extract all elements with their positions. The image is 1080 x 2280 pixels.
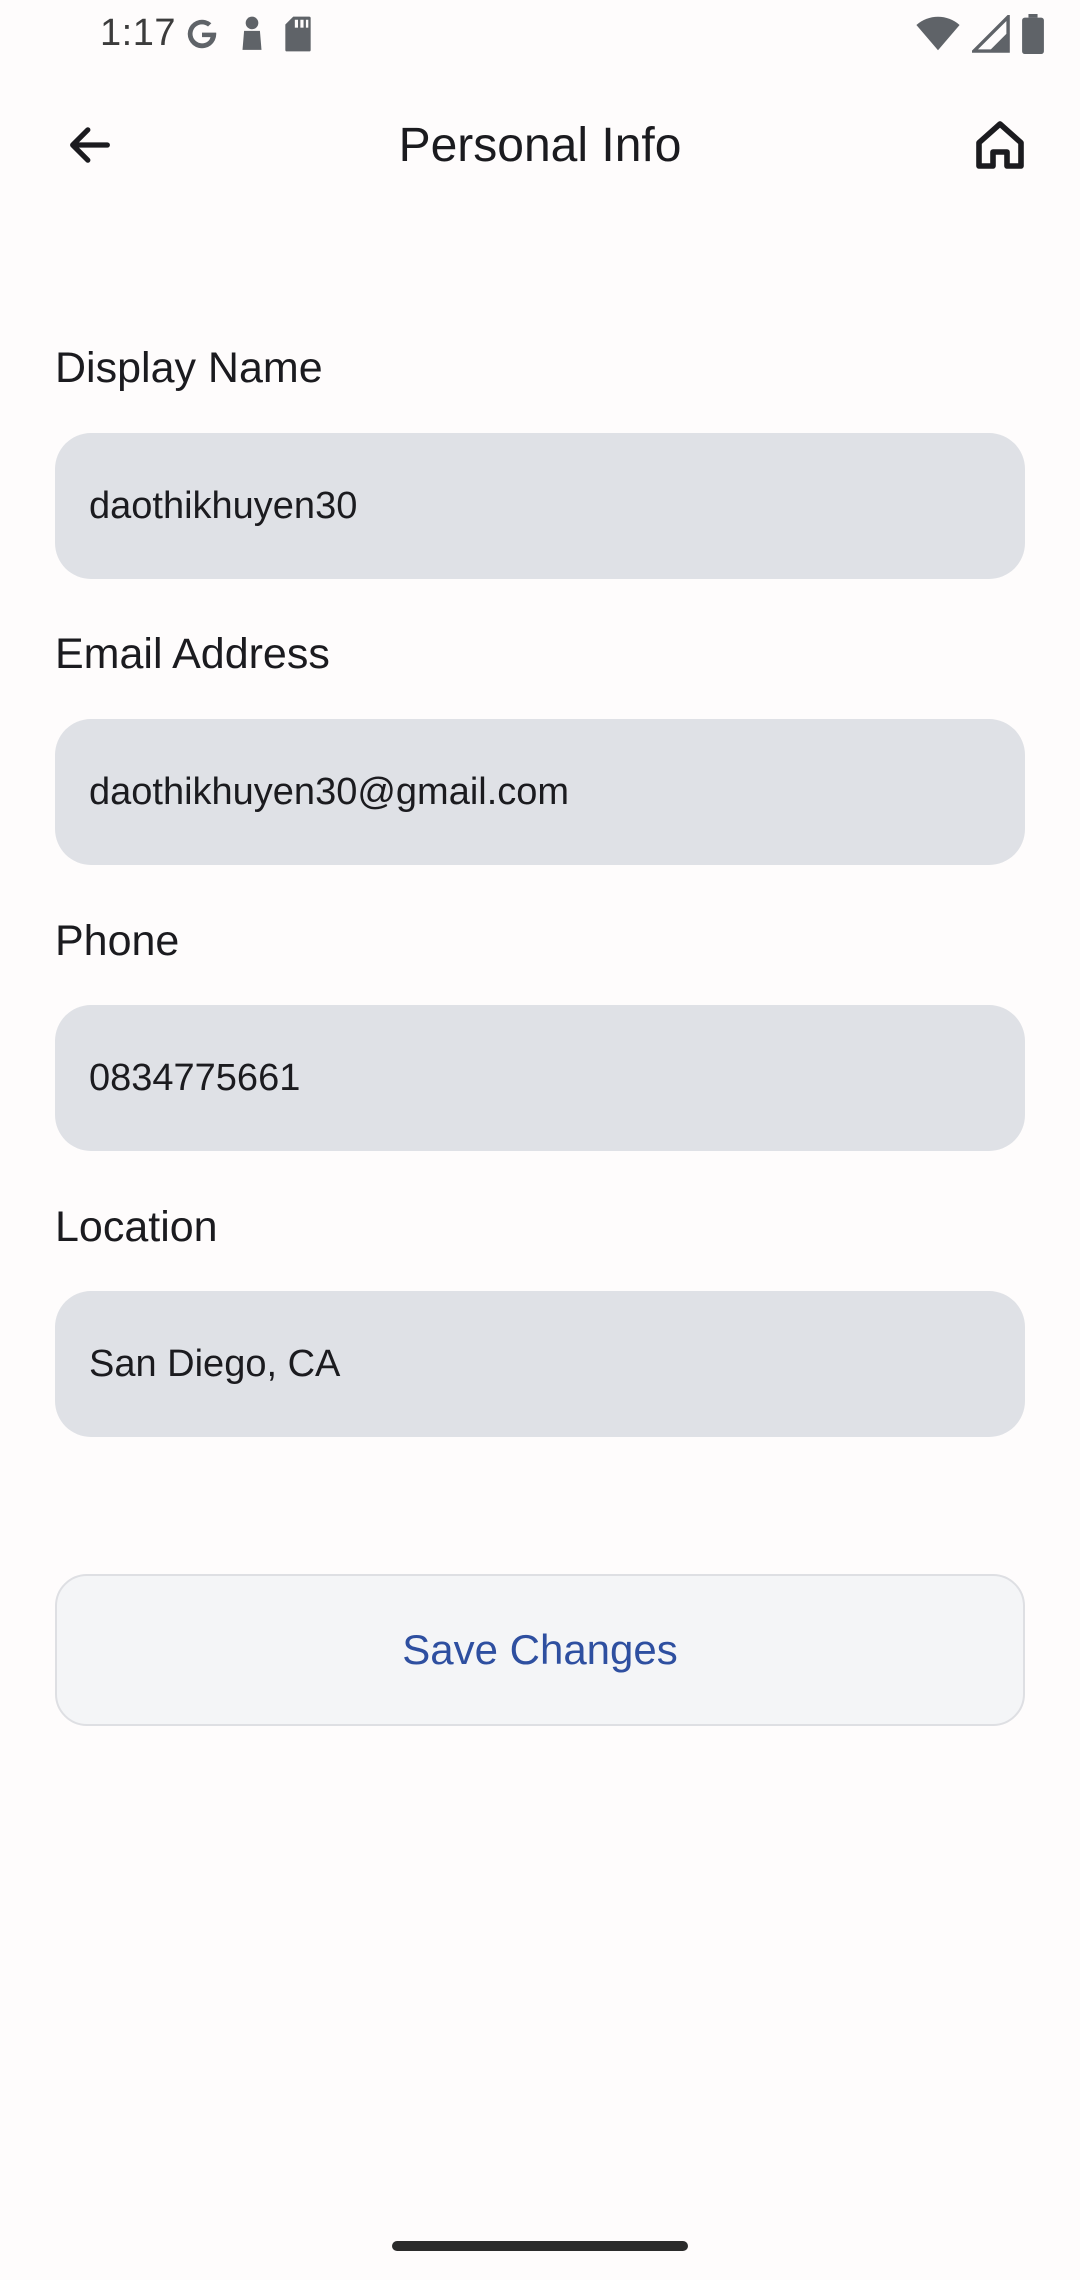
- signal-icon: [972, 15, 1010, 53]
- google-icon: [187, 19, 217, 49]
- home-indicator: [392, 2241, 688, 2251]
- email-address-label: Email Address: [55, 630, 330, 678]
- personal-info-screen: 1:17 Personal Info Display Name daothikh…: [0, 0, 1080, 2280]
- sd-card-icon: [285, 16, 311, 52]
- home-icon: [976, 121, 1024, 169]
- app-bar: Personal Info: [0, 88, 1080, 198]
- status-bar: 1:17: [0, 0, 1080, 68]
- email-address-field[interactable]: [55, 719, 1025, 865]
- display-name-field[interactable]: [55, 433, 1025, 579]
- status-right-icons: [916, 12, 1044, 56]
- battery-icon: [1022, 14, 1044, 54]
- page-title: Personal Info: [398, 119, 682, 172]
- save-changes-button[interactable]: Save Changes: [55, 1574, 1025, 1726]
- location-label: Location: [55, 1203, 218, 1251]
- status-time: 1:17: [100, 12, 176, 54]
- display-name-label: Display Name: [55, 344, 323, 392]
- phone-field[interactable]: [55, 1005, 1025, 1151]
- phone-label: Phone: [55, 917, 180, 965]
- pin-icon: [242, 16, 262, 50]
- location-field[interactable]: [55, 1291, 1025, 1437]
- wifi-icon: [916, 16, 960, 51]
- home-button[interactable]: [960, 110, 1040, 180]
- status-left-icons: [183, 12, 313, 56]
